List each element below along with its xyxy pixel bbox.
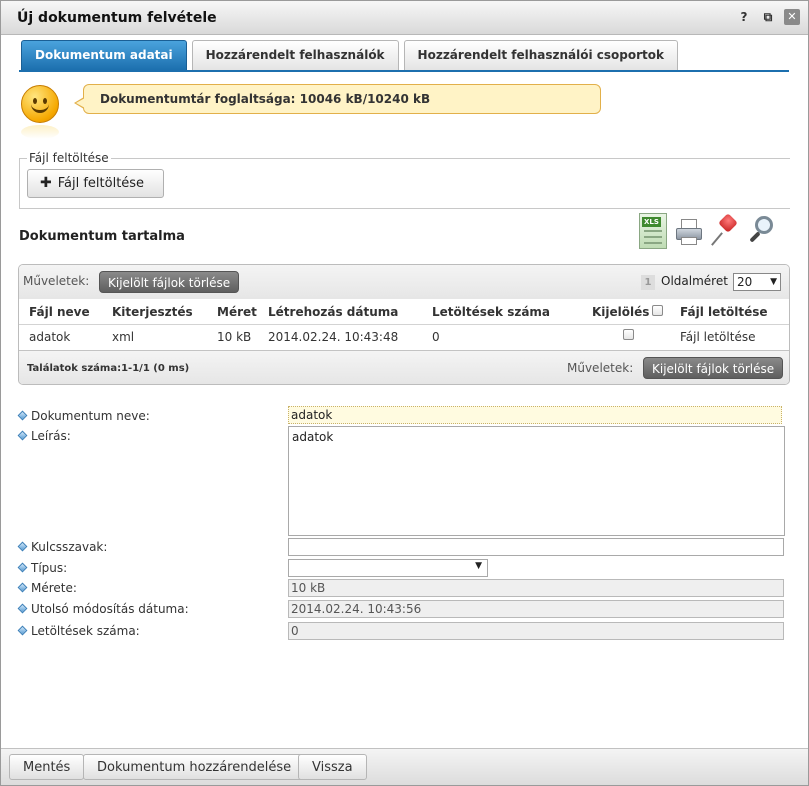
quota-message: Dokumentumtár foglaltsága: 10046 kB/1024… [74, 84, 601, 114]
delete-selected-button-top[interactable]: Kijelölt fájlok törlése [99, 271, 240, 293]
popout-icon[interactable]: ⧉ [760, 9, 776, 25]
print-icon[interactable] [675, 213, 703, 249]
titlebar-icons: ? ⧉ ✕ [736, 9, 800, 25]
smiley-reflection [21, 125, 59, 139]
operations-label-bottom: Műveletek: [567, 361, 634, 375]
tab-document-data[interactable]: Dokumentum adatai [21, 40, 187, 70]
search-zoom-icon[interactable] [747, 213, 775, 249]
keywords-label: Kulcsszavak: [17, 540, 107, 554]
page-size-select[interactable]: 20 ▼ [733, 273, 781, 291]
excel-export-icon[interactable]: XLS [639, 213, 667, 249]
files-grid: Műveletek: Kijelölt fájlok törlése 1 Old… [18, 264, 790, 385]
col-file-name[interactable]: Fájl neve [29, 305, 90, 319]
description-label: Leírás: [17, 429, 71, 443]
page-size-value: 20 [737, 275, 753, 289]
assign-document-button[interactable]: Dokumentum hozzárendelése [83, 754, 306, 780]
dialog-window: Új dokumentum felvétele ? ⧉ ✕ Dokumentum… [0, 0, 809, 786]
delete-selected-button-bottom[interactable]: Kijelölt fájlok törlése [643, 357, 784, 379]
col-extension[interactable]: Kiterjesztés [112, 305, 193, 319]
field-marker-icon [17, 625, 28, 636]
row-select-checkbox[interactable] [623, 329, 634, 340]
help-icon[interactable]: ? [736, 9, 752, 25]
field-marker-icon [17, 603, 28, 614]
doc-name-label: Dokumentum neve: [17, 409, 150, 423]
grid-toolbar: Műveletek: Kijelölt fájlok törlése 1 Old… [19, 265, 789, 299]
plus-icon: ✚ [40, 175, 52, 191]
save-button[interactable]: Mentés [9, 754, 85, 780]
keywords-input[interactable] [288, 538, 784, 556]
row-extension: xml [112, 330, 135, 344]
size-field: 10 kB [288, 579, 784, 597]
close-icon[interactable]: ✕ [784, 9, 800, 25]
row-size: 10 kB [217, 330, 252, 344]
col-downloads[interactable]: Letöltések száma [432, 305, 550, 319]
size-label: Mérete: [17, 581, 77, 595]
header-separator [19, 324, 789, 325]
tab-bar: Dokumentum adatai Hozzárendelt felhaszná… [21, 40, 678, 70]
upload-file-label: Fájl feltöltése [57, 176, 145, 191]
field-marker-icon [17, 562, 28, 573]
titlebar: Új dokumentum felvétele ? ⧉ ✕ [1, 1, 808, 35]
field-marker-icon [17, 541, 28, 552]
row-file-name: adatok [29, 330, 71, 344]
content-title: Dokumentum tartalma [19, 229, 185, 244]
field-marker-icon [17, 582, 28, 593]
dropdown-arrow-icon: ▼ [475, 561, 482, 571]
col-download: Fájl letöltése [680, 305, 768, 319]
result-count: Találatok száma:1-1/1 (0 ms) [27, 363, 190, 374]
field-marker-icon [17, 410, 28, 421]
back-button[interactable]: Vissza [298, 754, 367, 780]
col-select: Kijelölés [592, 305, 650, 319]
upload-legend: Fájl feltöltése [27, 151, 111, 165]
doc-name-input[interactable]: adatok [288, 406, 782, 424]
operations-label: Műveletek: [23, 274, 90, 288]
downloads-count-label: Letöltések száma: [17, 624, 140, 638]
field-marker-icon [17, 430, 28, 441]
modified-date-field: 2014.02.24. 10:43:56 [288, 600, 784, 618]
col-created[interactable]: Létrehozás dátuma [268, 305, 398, 319]
downloads-count-field: 0 [288, 622, 784, 640]
tab-underline [19, 70, 789, 72]
description-textarea[interactable]: adatok [288, 426, 785, 536]
window-title: Új dokumentum felvétele [17, 10, 217, 26]
modified-date-label: Utolsó módosítás dátuma: [17, 602, 189, 616]
col-size[interactable]: Méret [217, 305, 257, 319]
smiley-icon [21, 85, 59, 123]
toolbar-icons: XLS [639, 213, 775, 249]
type-select[interactable]: ▼ [288, 559, 488, 577]
tab-assigned-users[interactable]: Hozzárendelt felhasználók [191, 40, 399, 70]
page-number[interactable]: 1 [641, 275, 655, 290]
tab-assigned-user-groups[interactable]: Hozzárendelt felhasználói csoportok [403, 40, 678, 70]
pin-icon[interactable] [711, 213, 739, 249]
row-created: 2014.02.24. 10:43:48 [268, 330, 399, 344]
dropdown-arrow-icon: ▼ [770, 277, 777, 287]
select-all-checkbox[interactable] [652, 305, 663, 316]
footer-bar: Mentés Dokumentum hozzárendelése Vissza [1, 748, 808, 785]
row-download-link[interactable]: Fájl letöltése [680, 330, 755, 344]
upload-file-button[interactable]: ✚ Fájl feltöltése [27, 169, 164, 198]
type-label: Típus: [17, 561, 67, 575]
row-downloads: 0 [432, 330, 440, 344]
page-size-label: Oldalméret [661, 274, 728, 288]
grid-footer: Találatok száma:1-1/1 (0 ms) Műveletek: … [19, 350, 789, 384]
